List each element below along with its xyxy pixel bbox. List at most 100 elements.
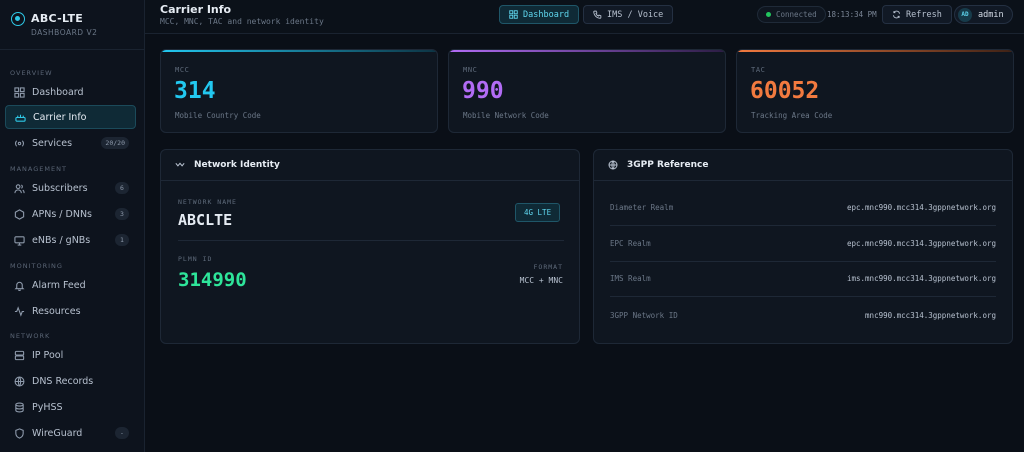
reference-row-ims-realm: IMS Realm ims.mnc990.mcc314.3gppnetwork.… [610, 261, 996, 297]
stat-description: Tracking Area Code [751, 111, 833, 120]
sidebar-item-label: PyHSS [32, 401, 63, 413]
status-dot-icon [766, 12, 771, 17]
network-type-badge: 4G LTE [515, 203, 561, 222]
refresh-button[interactable]: Refresh [882, 5, 952, 24]
page-subtitle: MCC, MNC, TAC and network identity [160, 17, 324, 26]
grid-icon [509, 10, 518, 19]
globe-icon [608, 160, 618, 170]
refresh-icon [893, 10, 900, 19]
plmn-label: PLMN ID [178, 255, 213, 263]
network-identity-panel: Network Identity NETWORK NAME ABCLTE 4G … [160, 149, 580, 344]
tab-dashboard[interactable]: Dashboard [499, 5, 580, 24]
sidebar-item-label: Subscribers [32, 182, 88, 194]
stat-description: Mobile Network Code [463, 111, 549, 120]
tab-ims-voice[interactable]: IMS / Voice [583, 5, 674, 24]
sidebar-item-dns-records[interactable]: DNS Records [5, 369, 136, 393]
apns-count-badge: 3 [115, 208, 129, 220]
sidebar-item-apns[interactable]: APNs / DNNs 3 [5, 202, 136, 226]
sidebar-item-subscribers[interactable]: Subscribers 6 [5, 176, 136, 200]
format-value: MCC + MNC [519, 276, 563, 285]
brand-subtitle: DASHBOARD V2 [31, 28, 98, 37]
reference-key: Diameter Realm [610, 203, 674, 212]
reference-key: 3GPP Network ID [610, 310, 678, 320]
sidebar-item-resources[interactable]: Resources [5, 299, 136, 323]
hexagon-icon [13, 208, 25, 220]
reference-key: EPC Realm [610, 239, 651, 248]
sidebar-item-wireguard[interactable]: WireGuard - [5, 421, 136, 445]
panel-title: 3GPP Reference [627, 160, 709, 170]
stat-card-mcc: MCC 314 Mobile Country Code [160, 49, 438, 133]
divider [178, 240, 564, 241]
phone-icon [593, 10, 602, 19]
sidebar-item-ip-pool[interactable]: IP Pool [5, 343, 136, 367]
sidebar-item-dashboard[interactable]: Dashboard [5, 80, 136, 104]
network-name: ABCLTE [178, 211, 233, 229]
network-name-label: NETWORK NAME [178, 198, 237, 206]
database-icon [13, 401, 25, 413]
sidebar-item-label: eNBs / gNBs [32, 234, 91, 246]
sidebar-item-label: Alarm Feed [32, 279, 86, 291]
user-menu[interactable]: AD admin [954, 5, 1013, 24]
logo-icon [11, 12, 25, 26]
stat-description: Mobile Country Code [175, 111, 261, 120]
wireguard-status-badge: - [115, 427, 129, 439]
tab-label: Dashboard [523, 9, 570, 20]
stat-value: 314 [174, 78, 216, 104]
radio-icon [13, 137, 25, 149]
grid-icon [13, 86, 25, 98]
top-header: Carrier Info MCC, MNC, TAC and network i… [145, 0, 1024, 34]
section-label-management: MANAGEMENT [10, 165, 67, 173]
accent-bar [737, 50, 1013, 52]
globe-icon [13, 375, 25, 387]
page-title: Carrier Info [160, 3, 232, 16]
panel-header: Network Identity [161, 150, 579, 181]
avatar: AD [958, 7, 972, 22]
clock: 18:13:34 PM [827, 10, 877, 19]
stat-card-mnc: MNC 990 Mobile Network Code [448, 49, 726, 133]
connection-status-text: Connected [776, 10, 817, 19]
reference-value: mnc990.mcc314.3gppnetwork.org [865, 310, 996, 320]
sidebar-item-label: Carrier Info [33, 111, 87, 123]
sidebar-item-label: Dashboard [32, 86, 84, 98]
brand-title: ABC-LTE [31, 12, 84, 25]
subscribers-count-badge: 6 [115, 182, 129, 194]
reference-value: epc.mnc990.mcc314.3gppnetwork.org [846, 239, 996, 248]
format-label: FORMAT [533, 263, 563, 271]
section-label-overview: OVERVIEW [10, 69, 53, 77]
panel-header: 3GPP Reference [594, 150, 1012, 181]
sidebar-item-label: Services [32, 137, 73, 149]
users-icon [13, 182, 25, 194]
server-icon [13, 349, 25, 361]
reference-row-network-id: 3GPP Network ID mnc990.mcc314.3gppnetwor… [610, 297, 996, 333]
reference-row-diameter-realm: Diameter Realm epc.mnc990.mcc314.3gppnet… [610, 190, 996, 226]
sidebar-item-alarm-feed[interactable]: Alarm Feed [5, 273, 136, 297]
reference-panel: 3GPP Reference Diameter Realm epc.mnc990… [593, 149, 1013, 344]
refresh-label: Refresh [906, 9, 942, 20]
accent-bar [449, 50, 725, 52]
reference-value: ims.mnc990.mcc314.3gppnetwork.org [846, 274, 996, 283]
plmn-id: 314990 [178, 269, 247, 291]
monitor-icon [13, 234, 25, 246]
bell-icon [13, 279, 25, 291]
sidebar-item-carrier-info[interactable]: Carrier Info [5, 105, 136, 129]
enbs-count-badge: 1 [115, 234, 129, 246]
activity-icon [13, 305, 25, 317]
accent-bar [161, 50, 437, 52]
stat-value: 990 [462, 78, 504, 104]
sidebar-item-label: WireGuard [32, 427, 83, 439]
stat-label: TAC [751, 66, 766, 74]
sidebar-item-label: IP Pool [32, 349, 64, 361]
reference-value: epc.mnc990.mcc314.3gppnetwork.org [846, 203, 996, 212]
sidebar-item-services[interactable]: Services 20/20 [5, 131, 136, 155]
sidebar-item-label: Resources [32, 305, 81, 317]
sidebar-item-enbs[interactable]: eNBs / gNBs 1 [5, 228, 136, 252]
sidebar-item-pyhss[interactable]: PyHSS [5, 395, 136, 419]
sidebar-item-label: DNS Records [32, 375, 94, 387]
stat-value: 60052 [750, 78, 820, 104]
wave-icon [175, 162, 185, 167]
section-label-monitoring: MONITORING [10, 262, 63, 270]
stat-label: MCC [175, 66, 190, 74]
carrier-icon [14, 111, 26, 123]
shield-icon [13, 427, 25, 439]
stat-card-tac: TAC 60052 Tracking Area Code [736, 49, 1014, 133]
